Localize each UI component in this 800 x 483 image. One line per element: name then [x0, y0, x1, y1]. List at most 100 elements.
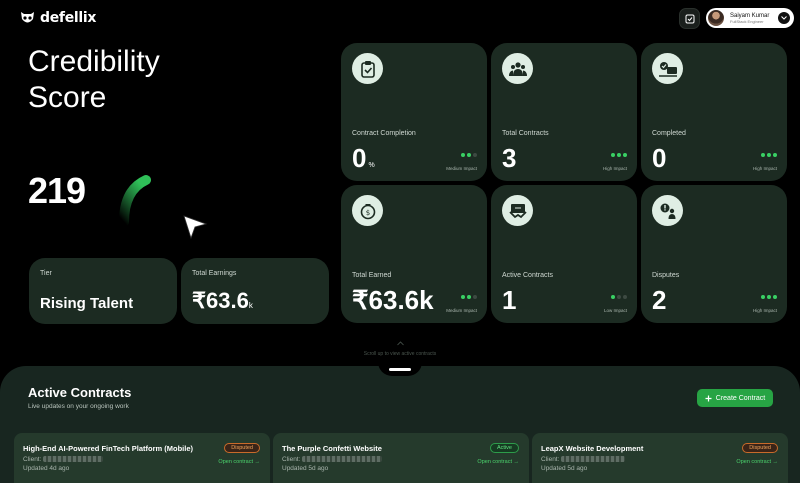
stat-number: 1: [502, 285, 517, 315]
total-earnings-card: Total Earnings ₹63.6k: [181, 258, 329, 324]
stat-label: Completed: [652, 130, 686, 137]
chevron-down-icon[interactable]: [778, 12, 790, 24]
plus-icon: [705, 395, 712, 401]
clipboard-check-icon: [352, 53, 383, 84]
earnings-amount: ₹63.6: [192, 288, 249, 313]
svg-text:$: $: [365, 209, 369, 217]
impact-dot: [761, 153, 765, 157]
stat-value: ₹63.6k: [352, 285, 434, 316]
tier-card: Tier Rising Talent: [29, 258, 177, 324]
contract-name: High-End AI-Powered FinTech Platform (Mo…: [23, 444, 193, 453]
open-contract-link[interactable]: Open contract →: [218, 459, 260, 465]
owl-logo-icon: [21, 12, 34, 23]
brand-logo[interactable]: defellix: [20, 10, 96, 26]
score-gauge-arc: [119, 175, 151, 227]
tasks-button[interactable]: [679, 8, 700, 29]
mouse-cursor-icon: [183, 215, 208, 240]
stat-number: 2: [652, 285, 667, 315]
contract-card[interactable]: High-End AI-Powered FinTech Platform (Mo…: [14, 433, 270, 483]
stat-number: 3: [502, 143, 517, 173]
open-contract-link[interactable]: Open contract →: [736, 459, 778, 465]
section-subtitle: Live updates on your ongoing work: [28, 403, 129, 410]
chevron-up-icon[interactable]: [397, 341, 404, 346]
updated-time: Updated 5d ago: [282, 465, 329, 472]
stat-label: Total Earned: [352, 272, 392, 279]
section-title: Active Contracts: [28, 385, 132, 400]
contract-card[interactable]: The Purple Confetti Website Active Clien…: [273, 433, 529, 483]
client-label: Client:: [541, 456, 560, 463]
stat-value: 0%: [352, 143, 375, 174]
impact-text: Low Impact: [603, 308, 627, 313]
create-contract-label: Create Contract: [715, 394, 766, 402]
contract-name: The Purple Confetti Website: [282, 444, 382, 453]
impact-dot: [467, 153, 471, 157]
client-label: Client:: [23, 456, 42, 463]
impact-text: High Impact: [752, 308, 777, 313]
contract-card[interactable]: LeapX Website Development Disputed Clien…: [532, 433, 788, 483]
stat-card-contract-completion[interactable]: Contract Completion 0% Medium Impact: [341, 43, 487, 181]
impact-dot: [617, 295, 621, 299]
impact-text: High Impact: [602, 166, 627, 171]
stat-card-total-earned[interactable]: $ Total Earned ₹63.6k Medium Impact: [341, 185, 487, 323]
impact-dot: [461, 295, 465, 299]
dispute-alert-icon: [652, 195, 683, 226]
open-contract-link[interactable]: Open contract →: [477, 459, 519, 465]
contract-name: LeapX Website Development: [541, 444, 644, 453]
client-label: Client:: [282, 456, 301, 463]
brand-name: defellix: [40, 10, 97, 26]
title-line-1: Credibility: [28, 45, 160, 78]
money-bag-icon: $: [352, 195, 383, 226]
impact-dot: [773, 295, 777, 299]
stat-number: 0: [652, 143, 667, 173]
impact-dot: [611, 295, 615, 299]
redacted-client: [43, 456, 104, 463]
impact-dot: [473, 153, 477, 157]
impact-dot: [767, 153, 771, 157]
impact-indicator: High Impact: [603, 153, 627, 175]
tier-value: Rising Talent: [40, 295, 134, 312]
impact-dot: [467, 295, 471, 299]
impact-dot: [611, 153, 615, 157]
page-title: Credibility Score: [28, 44, 160, 116]
redacted-client: [302, 456, 383, 463]
drag-handle[interactable]: [389, 368, 411, 371]
impact-dot: [623, 153, 627, 157]
user-menu[interactable]: Saiyam Kumar FullStack Engineer: [706, 8, 794, 28]
scroll-hint: Scroll up to view active contracts: [363, 351, 437, 357]
stat-card-total-contracts[interactable]: Total Contracts 3 High Impact: [491, 43, 637, 181]
task-done-icon: [652, 53, 683, 84]
user-role: FullStack Engineer: [730, 18, 764, 24]
impact-indicator: Low Impact: [604, 295, 627, 317]
stat-label: Contract Completion: [352, 130, 416, 137]
stat-value: 3: [502, 143, 516, 174]
stat-card-active-contracts[interactable]: Active Contracts 1 Low Impact: [491, 185, 637, 323]
stat-value: 0: [652, 143, 666, 174]
stat-unit: %: [368, 162, 375, 169]
stat-label: Total Contracts: [502, 130, 549, 137]
stat-number: 0: [352, 143, 367, 173]
contract-client: Client:: [541, 456, 626, 463]
earnings-unit: k: [248, 301, 253, 310]
impact-text: Medium Impact: [446, 308, 477, 313]
impact-dot: [617, 153, 621, 157]
stat-label: Active Contracts: [502, 272, 553, 279]
impact-text: Medium Impact: [446, 166, 477, 171]
stat-card-completed[interactable]: Completed 0 High Impact: [641, 43, 787, 181]
status-badge: Disputed: [224, 443, 260, 453]
impact-indicator: High Impact: [753, 295, 777, 317]
updated-time: Updated 4d ago: [23, 465, 70, 472]
stat-value: 2: [652, 285, 666, 316]
impact-dot: [461, 153, 465, 157]
create-contract-button[interactable]: Create Contract: [697, 389, 773, 407]
impact-indicator: Medium Impact: [446, 153, 477, 175]
impact-indicator: Medium Impact: [446, 295, 477, 317]
stat-number: ₹63.6k: [352, 285, 434, 315]
earnings-value: ₹63.6k: [192, 288, 253, 314]
stat-card-disputes[interactable]: Disputes 2 High Impact: [641, 185, 787, 323]
redacted-client: [561, 456, 626, 463]
contract-client: Client:: [23, 456, 104, 463]
tier-label: Tier: [40, 270, 52, 277]
title-line-2: Score: [28, 81, 107, 114]
people-group-icon: [502, 53, 533, 84]
impact-dot: [773, 153, 777, 157]
